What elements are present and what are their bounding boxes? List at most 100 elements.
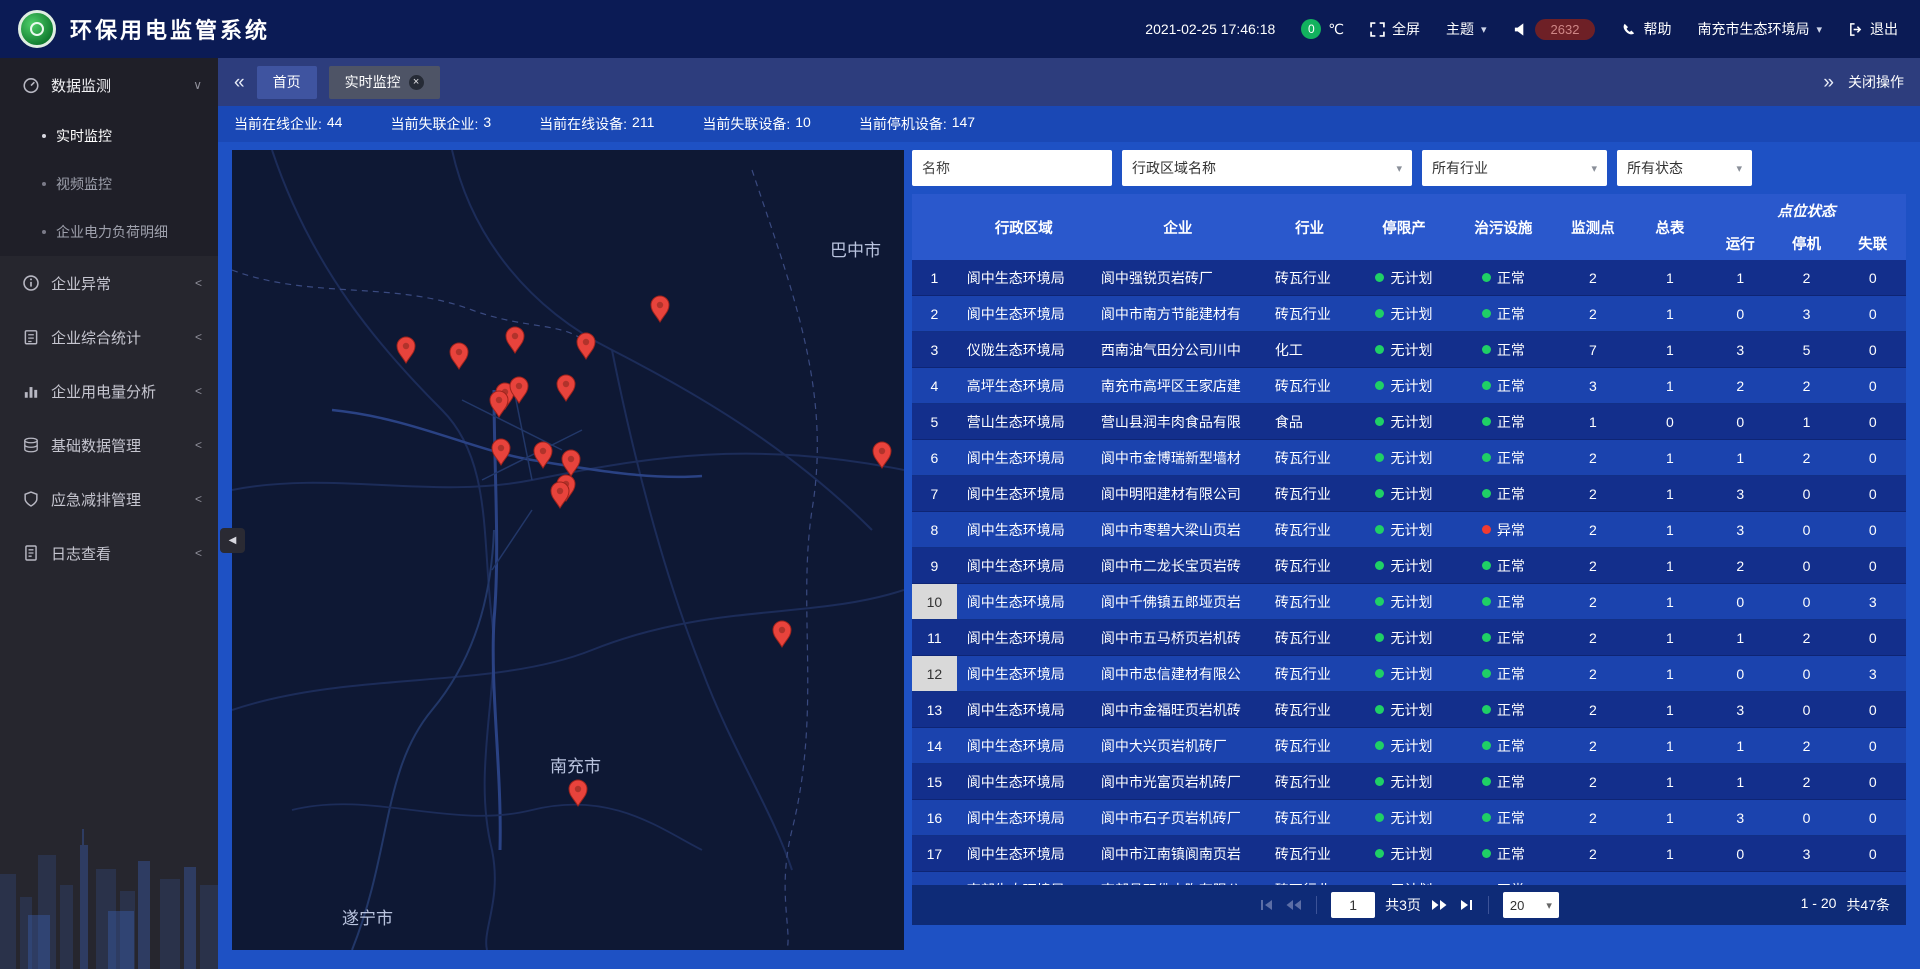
table-row[interactable]: 16 阆中生态环境局 阆中市石子页岩机砖厂 砖瓦行业 无计划 正常 2 1 3 …: [912, 800, 1906, 836]
row-enterprise[interactable]: 阆中市金福旺页岩机砖: [1091, 692, 1265, 727]
last-page-button[interactable]: [1458, 899, 1474, 911]
sidebar-item-base-data[interactable]: 基础数据管理 <: [0, 418, 218, 472]
name-filter-input[interactable]: [912, 150, 1112, 186]
industry-filter-select[interactable]: 所有行业 ▾: [1422, 150, 1607, 186]
table-row[interactable]: 17 阆中生态环境局 阆中市江南镇阆南页岩 砖瓦行业 无计划 正常 2 1 0 …: [912, 836, 1906, 872]
table-row[interactable]: 18 南部生态环境局 南部县双佛土陶有限公 砖瓦行业 无计划 正常 2 1 0 …: [912, 872, 1906, 885]
table-row[interactable]: 12 阆中生态环境局 阆中市忠信建材有限公 砖瓦行业 无计划 正常 2 1 0 …: [912, 656, 1906, 692]
region-filter-select[interactable]: 行政区域名称 ▾: [1122, 150, 1412, 186]
close-operations-button[interactable]: 关闭操作: [1848, 72, 1904, 92]
facility-status-text: 正常: [1497, 808, 1525, 828]
table-row[interactable]: 11 阆中生态环境局 阆中市五马桥页岩机砖 砖瓦行业 无计划 正常 2 1 1 …: [912, 620, 1906, 656]
row-running: 0: [1707, 584, 1773, 619]
row-enterprise[interactable]: 阆中市金博瑞新型墙材: [1091, 440, 1265, 475]
col-meters[interactable]: 总表: [1633, 194, 1708, 260]
row-enterprise[interactable]: 营山县润丰肉食品有限: [1091, 404, 1265, 439]
first-page-button[interactable]: [1259, 899, 1275, 911]
sidebar-item-power-analysis[interactable]: 企业用电量分析 <: [0, 364, 218, 418]
close-tab-icon[interactable]: ×: [409, 75, 424, 90]
table-row[interactable]: 14 阆中生态环境局 阆中大兴页岩机砖厂 砖瓦行业 无计划 正常 2 1 1 2…: [912, 728, 1906, 764]
map-pin[interactable]: [551, 482, 569, 508]
status-filter-select[interactable]: 所有状态 ▾: [1617, 150, 1752, 186]
map-pin[interactable]: [510, 377, 528, 403]
table-row[interactable]: 3 仪陇生态环境局 西南油气田分公司川中 化工 无计划 正常 7 1 3 5 0: [912, 332, 1906, 368]
table-row[interactable]: 9 阆中生态环境局 阆中市二龙长宝页岩砖 砖瓦行业 无计划 正常 2 1 2 0…: [912, 548, 1906, 584]
map-canvas[interactable]: 巴中市南充市遂宁市: [232, 150, 904, 950]
row-enterprise[interactable]: 南充市高坪区王家店建: [1091, 368, 1265, 403]
table-row[interactable]: 2 阆中生态环境局 阆中市南方节能建材有 砖瓦行业 无计划 正常 2 1 0 3…: [912, 296, 1906, 332]
sidebar-item-enterprise-anomaly[interactable]: 企业异常 <: [0, 256, 218, 310]
tabs-scroll-left-icon[interactable]: «: [234, 73, 245, 92]
row-enterprise[interactable]: 阆中明阳建材有限公司: [1091, 476, 1265, 511]
row-enterprise[interactable]: 西南油气田分公司川中: [1091, 332, 1265, 367]
logout-button[interactable]: 退出: [1848, 19, 1898, 39]
table-row[interactable]: 10 阆中生态环境局 阆中千佛镇五郎垭页岩 砖瓦行业 无计划 正常 2 1 0 …: [912, 584, 1906, 620]
tab-home[interactable]: 首页: [257, 66, 317, 99]
sidebar-item-enterprise-statistics[interactable]: 企业综合统计 <: [0, 310, 218, 364]
table-row[interactable]: 8 阆中生态环境局 阆中市枣碧大梁山页岩 砖瓦行业 无计划 异常 2 1 3 0…: [912, 512, 1906, 548]
table-row[interactable]: 15 阆中生态环境局 阆中市光富页岩机砖厂 砖瓦行业 无计划 正常 2 1 1 …: [912, 764, 1906, 800]
table-row[interactable]: 13 阆中生态环境局 阆中市金福旺页岩机砖 砖瓦行业 无计划 正常 2 1 3 …: [912, 692, 1906, 728]
map-panel[interactable]: 巴中市南充市遂宁市 ◀: [232, 150, 904, 950]
sidebar-item-emergency-reduction[interactable]: 应急减排管理 <: [0, 472, 218, 526]
sidebar-item-realtime-monitor[interactable]: 实时监控: [0, 112, 218, 160]
col-running[interactable]: 运行: [1707, 226, 1773, 260]
row-enterprise[interactable]: 阆中千佛镇五郎垭页岩: [1091, 584, 1265, 619]
next-page-icon: [1431, 899, 1448, 911]
row-enterprise[interactable]: 阆中市石子页岩机砖厂: [1091, 800, 1265, 835]
stat-value: 147: [952, 114, 975, 134]
col-facility[interactable]: 治污设施: [1454, 194, 1553, 260]
table-row[interactable]: 1 阆中生态环境局 阆中强锐页岩砖厂 砖瓦行业 无计划 正常 2 1 1 2 0: [912, 260, 1906, 296]
table-row[interactable]: 5 营山生态环境局 营山县润丰肉食品有限 食品 无计划 正常 1 0 0 1 0: [912, 404, 1906, 440]
col-points[interactable]: 监测点: [1553, 194, 1633, 260]
table-row[interactable]: 4 高坪生态环境局 南充市高坪区王家店建 砖瓦行业 无计划 正常 3 1 2 2…: [912, 368, 1906, 404]
help-button[interactable]: 帮助: [1621, 19, 1671, 39]
sidebar-item-power-load-detail[interactable]: 企业电力负荷明细: [0, 208, 218, 256]
theme-dropdown[interactable]: 主题 ▾: [1446, 19, 1487, 39]
map-collapse-button[interactable]: ◀: [220, 528, 245, 553]
map-pin[interactable]: [569, 780, 587, 806]
col-stopped[interactable]: 停机: [1773, 226, 1839, 260]
map-pin[interactable]: [506, 327, 524, 353]
row-enterprise[interactable]: 阆中市枣碧大梁山页岩: [1091, 512, 1265, 547]
col-region[interactable]: 行政区域: [957, 194, 1091, 260]
row-enterprise[interactable]: 阆中市二龙长宝页岩砖: [1091, 548, 1265, 583]
row-industry: 食品: [1265, 404, 1354, 439]
last-page-icon: [1458, 899, 1474, 911]
tab-realtime-monitor[interactable]: 实时监控 ×: [329, 66, 440, 99]
row-stopped: 5: [1773, 332, 1839, 367]
table-row[interactable]: 6 阆中生态环境局 阆中市金博瑞新型墙材 砖瓦行业 无计划 正常 2 1 1 2…: [912, 440, 1906, 476]
row-enterprise[interactable]: 南部县双佛土陶有限公: [1091, 872, 1265, 885]
divider: [1488, 896, 1489, 914]
col-limit[interactable]: 停限产: [1354, 194, 1453, 260]
prev-page-button[interactable]: [1285, 899, 1302, 911]
stat-value: 10: [795, 114, 811, 134]
table-row[interactable]: 7 阆中生态环境局 阆中明阳建材有限公司 砖瓦行业 无计划 正常 2 1 3 0…: [912, 476, 1906, 512]
notice-group[interactable]: 2632: [1513, 19, 1596, 40]
map-pin[interactable]: [450, 343, 468, 369]
row-enterprise[interactable]: 阆中市五马桥页岩机砖: [1091, 620, 1265, 655]
map-pin[interactable]: [651, 296, 669, 322]
map-pin[interactable]: [397, 337, 415, 363]
page-number-input[interactable]: [1331, 892, 1375, 918]
col-industry[interactable]: 行业: [1265, 194, 1354, 260]
map-pin[interactable]: [773, 621, 791, 647]
row-enterprise[interactable]: 阆中强锐页岩砖厂: [1091, 260, 1265, 295]
map-pin[interactable]: [557, 375, 575, 401]
sidebar-item-data-monitoring[interactable]: 数据监测 ∨: [0, 58, 218, 112]
row-enterprise[interactable]: 阆中市光富页岩机砖厂: [1091, 764, 1265, 799]
next-page-button[interactable]: [1431, 899, 1448, 911]
fullscreen-button[interactable]: 全屏: [1370, 19, 1420, 39]
row-enterprise[interactable]: 阆中市南方节能建材有: [1091, 296, 1265, 331]
map-pin[interactable]: [577, 333, 595, 359]
tabs-scroll-right-icon[interactable]: »: [1823, 73, 1834, 92]
row-enterprise[interactable]: 阆中市忠信建材有限公: [1091, 656, 1265, 691]
row-enterprise[interactable]: 阆中大兴页岩机砖厂: [1091, 728, 1265, 763]
org-dropdown[interactable]: 南充市生态环境局 ▾: [1697, 19, 1822, 39]
col-enterprise[interactable]: 企业: [1091, 194, 1265, 260]
sidebar-item-video-monitor[interactable]: 视频监控: [0, 160, 218, 208]
page-size-select[interactable]: 20 ▾: [1503, 892, 1559, 918]
col-disconnected[interactable]: 失联: [1840, 226, 1906, 260]
sidebar-item-log-view[interactable]: 日志查看 <: [0, 526, 218, 580]
row-enterprise[interactable]: 阆中市江南镇阆南页岩: [1091, 836, 1265, 871]
